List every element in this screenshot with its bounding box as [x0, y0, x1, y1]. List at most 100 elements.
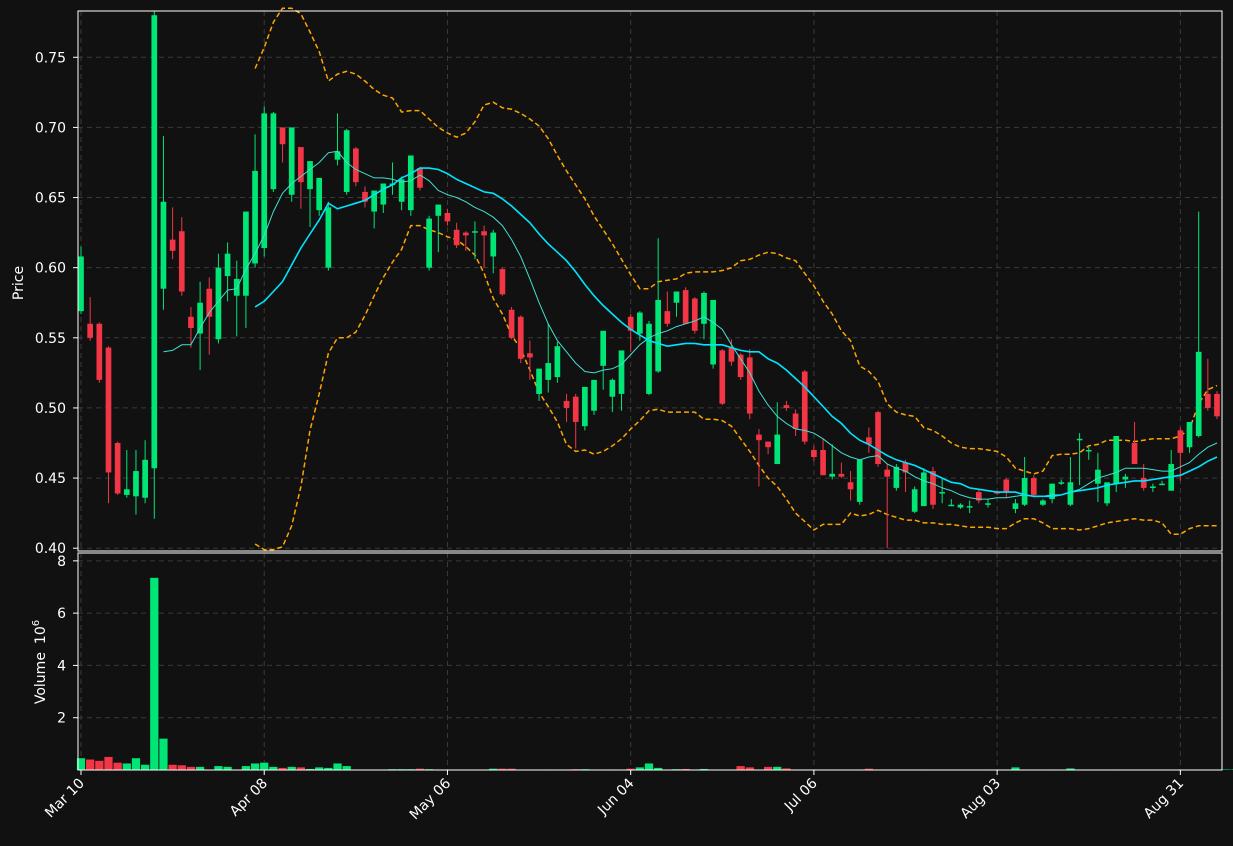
candlestick-chart: 0.40 0.45 0.50 0.55 0.60 0.65 0.70 0.75 2468 Ma… [0, 0, 1233, 842]
candle-body [682, 290, 689, 324]
volume-bar [736, 766, 745, 770]
volume-tick-label: 2 [57, 711, 66, 727]
candle-body [746, 357, 753, 414]
volume-tick-label: 8 [57, 554, 66, 570]
candle-body [591, 379, 597, 411]
candle-body [279, 127, 286, 145]
candle-body [600, 330, 607, 366]
candle-body [1186, 421, 1193, 448]
candle-body [288, 127, 295, 195]
candle-body [1058, 482, 1065, 484]
candle-body [499, 269, 506, 295]
candle-body [243, 211, 249, 296]
candle-body [233, 278, 240, 296]
candle-body [1003, 479, 1010, 493]
candle-body [572, 396, 579, 422]
volume-bar [260, 762, 269, 770]
candle-body [636, 312, 643, 334]
candle-body [920, 472, 927, 507]
candle-body [1140, 478, 1147, 488]
candle-body [133, 471, 139, 497]
volume-bar [131, 758, 141, 770]
volume-bar [214, 766, 223, 770]
volume-exponent-power: 6 [31, 620, 42, 626]
candle-body [188, 316, 194, 328]
candle-body [728, 347, 735, 362]
candle-body [893, 466, 900, 488]
candle-body [472, 231, 478, 233]
candle-body [407, 155, 414, 211]
candle-body [930, 471, 936, 505]
candle-body [160, 201, 167, 289]
candle-body [462, 232, 469, 236]
candle-body [1012, 503, 1019, 509]
candle-body [490, 232, 497, 257]
candle-body [178, 231, 185, 292]
candle-body [1021, 478, 1028, 505]
candle-body [105, 347, 112, 473]
candle-body [701, 292, 707, 324]
price-axis-label: Price [11, 266, 27, 300]
candle-body [536, 368, 542, 394]
candle-body [307, 161, 313, 190]
candle-body [270, 113, 277, 190]
candle-body [774, 434, 781, 465]
candle-body [508, 309, 515, 338]
candle-body [820, 450, 826, 476]
price-tick-label: 0.75 [35, 50, 66, 66]
price-tick-label: 0.70 [35, 120, 66, 136]
candle-body [554, 346, 561, 378]
price-tick-label: 0.55 [35, 331, 66, 347]
candle-body [481, 231, 487, 236]
price-tick-label: 0.60 [35, 261, 66, 277]
candle-body [114, 443, 121, 494]
candle-body [710, 299, 716, 365]
price-tick-label: 0.50 [35, 401, 66, 417]
chart-background [0, 0, 1233, 842]
candle-body [792, 413, 799, 429]
candle-body [618, 350, 625, 394]
candle-body [453, 229, 460, 246]
volume-bar [141, 764, 150, 770]
volume-tick-label: 6 [57, 606, 66, 622]
candle-body [563, 400, 570, 408]
volume-bar [150, 577, 159, 770]
volume-bar [241, 766, 251, 770]
candle-body [444, 212, 451, 222]
candle-body [224, 253, 231, 277]
price-tick-label: 0.45 [35, 471, 66, 487]
candle-body [1204, 393, 1211, 408]
candle-body [1195, 351, 1202, 436]
candle-body [847, 482, 854, 490]
chart-svg: 0.400.450.500.550.600.650.700.75 2468 Ma… [0, 0, 1233, 842]
candle-body [985, 503, 991, 505]
candle-body [829, 473, 836, 477]
candle-body [398, 179, 405, 202]
candle-body [1177, 430, 1184, 453]
volume-bar [159, 738, 168, 770]
candle-body [316, 177, 323, 211]
candle-body [261, 113, 268, 249]
candle-body [838, 473, 845, 477]
candle-body [1076, 438, 1083, 441]
volume-bar [122, 763, 131, 770]
volume-axis-label: Volume 106 [31, 620, 49, 704]
candle-body [691, 298, 698, 331]
candle-body [1122, 476, 1129, 480]
candle-body [78, 256, 84, 312]
volume-bar [250, 763, 260, 770]
candle-body [939, 492, 946, 494]
volume-bar [168, 764, 177, 770]
volume-bar [95, 760, 104, 770]
candle-body [87, 323, 94, 338]
volume-bar [104, 756, 113, 770]
candle-body [1085, 450, 1092, 452]
candle-body [655, 299, 662, 372]
candle-body [884, 469, 891, 477]
candle-body [417, 168, 423, 188]
candle-body [948, 504, 955, 507]
candle-body [426, 218, 432, 268]
volume-bar [177, 765, 186, 770]
candle-body [646, 323, 652, 394]
candle-body [142, 459, 148, 498]
